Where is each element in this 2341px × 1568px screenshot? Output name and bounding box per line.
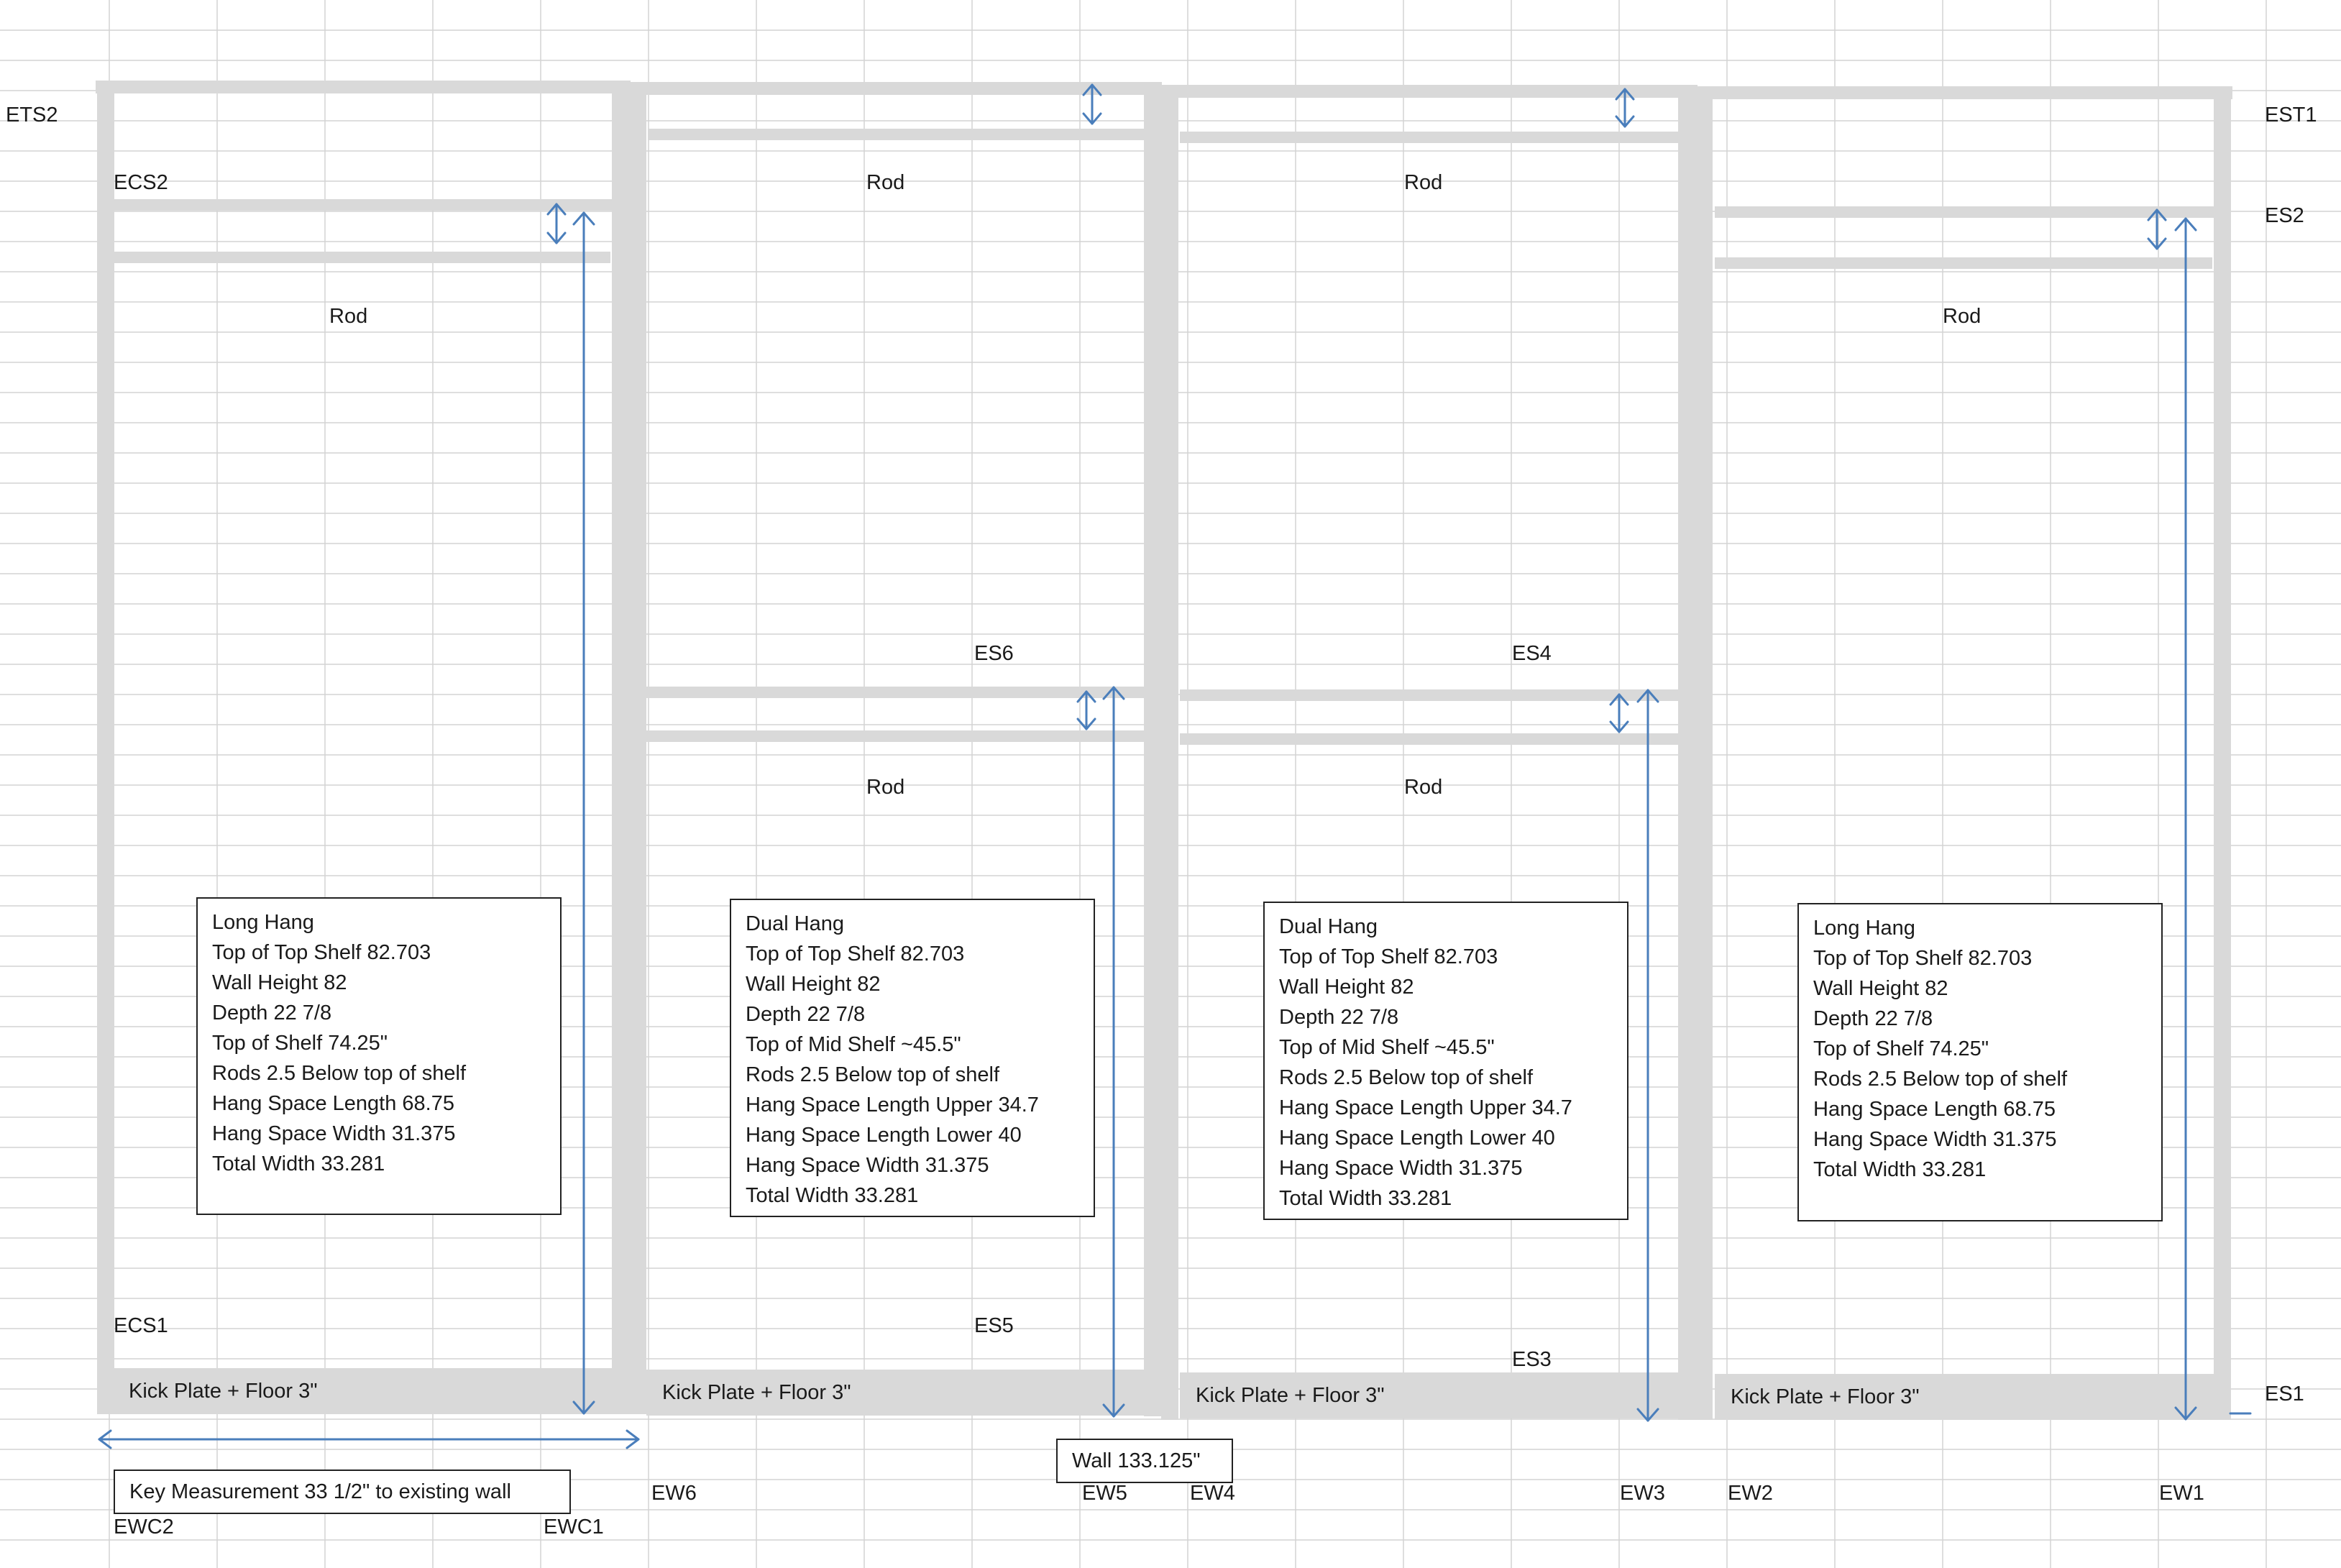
label-ew2: EW2 — [1728, 1482, 1773, 1505]
note-line: Wall Height 82 — [1279, 976, 1414, 999]
note-line: Wall Height 82 — [1813, 977, 1948, 1000]
note-line: Depth 22 7/8 — [1813, 1007, 1933, 1030]
note-line: Top of Top Shelf 82.703 — [746, 943, 965, 966]
rod-label-section-3-lower: Rod — [1404, 776, 1443, 799]
label-ew5: EW5 — [1082, 1482, 1127, 1505]
label-ew1: EW1 — [2159, 1482, 2204, 1505]
shelf-gap-arrow-3-top — [1615, 88, 1635, 128]
note-line: Rods 2.5 Below top of shelf — [1813, 1068, 2068, 1091]
note-line: Total Width 33.281 — [1813, 1158, 1987, 1181]
note-line: Depth 22 7/8 — [746, 1003, 866, 1026]
label-ew3: EW3 — [1620, 1482, 1665, 1505]
label-est1: EST1 — [2265, 104, 2317, 127]
note-line: Top of Shelf 74.25" — [1813, 1037, 1989, 1060]
note-line: Hang Space Width 31.375 — [1813, 1128, 2057, 1151]
label-ets2: ETS2 — [6, 104, 58, 127]
shelf-gap-arrow-1 — [546, 203, 567, 244]
shelf-gap-arrow-4 — [2147, 208, 2167, 250]
note-line: Hang Space Width 31.375 — [1279, 1157, 1523, 1180]
note-line: Top of Mid Shelf ~45.5" — [1279, 1036, 1495, 1059]
shelf-gap-arrow-3-mid — [1609, 693, 1629, 733]
shelf-gap-arrow-2-mid — [1076, 690, 1096, 730]
note-line: Rods 2.5 Below top of shelf — [1279, 1066, 1534, 1089]
hang-length-arrow-2 — [1102, 686, 1125, 1418]
note-line: Hang Space Length 68.75 — [1813, 1098, 2056, 1121]
label-ewc2: EWC2 — [114, 1516, 174, 1539]
label-es6: ES6 — [974, 642, 1014, 665]
note-line: Hang Space Length Upper 34.7 — [746, 1094, 1039, 1117]
dimension-arrows — [98, 83, 2252, 1449]
note-line: Hang Space Length Lower 40 — [746, 1124, 1022, 1147]
shelf-gap-arrow-2-top — [1082, 83, 1102, 125]
note-line: Depth 22 7/8 — [212, 1001, 332, 1024]
note-line: Total Width 33.281 — [1279, 1187, 1452, 1210]
note-line: Total Width 33.281 — [746, 1184, 919, 1207]
spec-note-section-1: Long Hang Top of Top Shelf 82.703 Wall H… — [196, 897, 562, 1215]
note-line: Wall Height 82 — [746, 973, 881, 996]
spec-note-section-4: Long Hang Top of Top Shelf 82.703 Wall H… — [1797, 903, 2163, 1221]
label-es4: ES4 — [1512, 642, 1552, 665]
key-measurement-box: Key Measurement 33 1/2" to existing wall — [114, 1470, 571, 1514]
label-es2: ES2 — [2265, 204, 2304, 227]
note-line: Hang Space Length Upper 34.7 — [1279, 1096, 1572, 1119]
label-ew6: EW6 — [651, 1482, 697, 1505]
rod-label-section-2-lower: Rod — [866, 776, 905, 799]
key-width-arrow — [98, 1429, 640, 1449]
label-ew4: EW4 — [1190, 1482, 1235, 1505]
note-line: Dual Hang — [746, 912, 845, 935]
note-line: Top of Top Shelf 82.703 — [1279, 945, 1498, 968]
hang-length-arrow-4 — [2174, 217, 2197, 1421]
note-line: Depth 22 7/8 — [1279, 1006, 1399, 1029]
hang-length-arrow-1 — [572, 211, 595, 1415]
spec-note-section-2: Dual Hang Top of Top Shelf 82.703 Wall H… — [730, 899, 1095, 1217]
note-line: Hang Space Width 31.375 — [212, 1122, 456, 1145]
note-line: Long Hang — [1813, 917, 1915, 940]
note-line: Wall Height 82 — [212, 971, 347, 994]
label-ecs2: ECS2 — [114, 171, 168, 194]
spec-note-section-3: Dual Hang Top of Top Shelf 82.703 Wall H… — [1263, 902, 1628, 1220]
rod-label-section-3-upper: Rod — [1404, 171, 1443, 194]
rod-label-section-4: Rod — [1943, 305, 1982, 328]
note-line: Rods 2.5 Below top of shelf — [212, 1062, 467, 1085]
note-line: Top of Mid Shelf ~45.5" — [746, 1033, 961, 1056]
label-es1: ES1 — [2265, 1383, 2304, 1406]
note-line: Hang Space Length 68.75 — [212, 1092, 454, 1115]
hang-length-arrow-3 — [1636, 689, 1659, 1422]
label-es3: ES3 — [1512, 1348, 1552, 1371]
note-line: Top of Top Shelf 82.703 — [212, 941, 431, 964]
note-line: Long Hang — [212, 911, 314, 934]
note-line: Hang Space Width 31.375 — [746, 1154, 989, 1177]
rod-label-section-1: Rod — [329, 305, 368, 328]
note-line: Top of Top Shelf 82.703 — [1813, 947, 2033, 970]
label-es5: ES5 — [974, 1314, 1014, 1337]
note-line: Rods 2.5 Below top of shelf — [746, 1063, 1000, 1086]
rod-label-section-2-upper: Rod — [866, 171, 905, 194]
label-ewc1: EWC1 — [544, 1516, 604, 1539]
closet-elevation-drawing: Kick Plate + Floor 3" Kick Plate + Floor… — [0, 0, 2341, 1568]
note-line: Hang Space Length Lower 40 — [1279, 1127, 1555, 1150]
note-line: Top of Shelf 74.25" — [212, 1032, 388, 1055]
label-ecs1: ECS1 — [114, 1314, 168, 1337]
note-line: Dual Hang — [1279, 915, 1378, 938]
wall-measurement-box: Wall 133.125" — [1056, 1439, 1233, 1483]
note-line: Total Width 33.281 — [212, 1152, 385, 1175]
